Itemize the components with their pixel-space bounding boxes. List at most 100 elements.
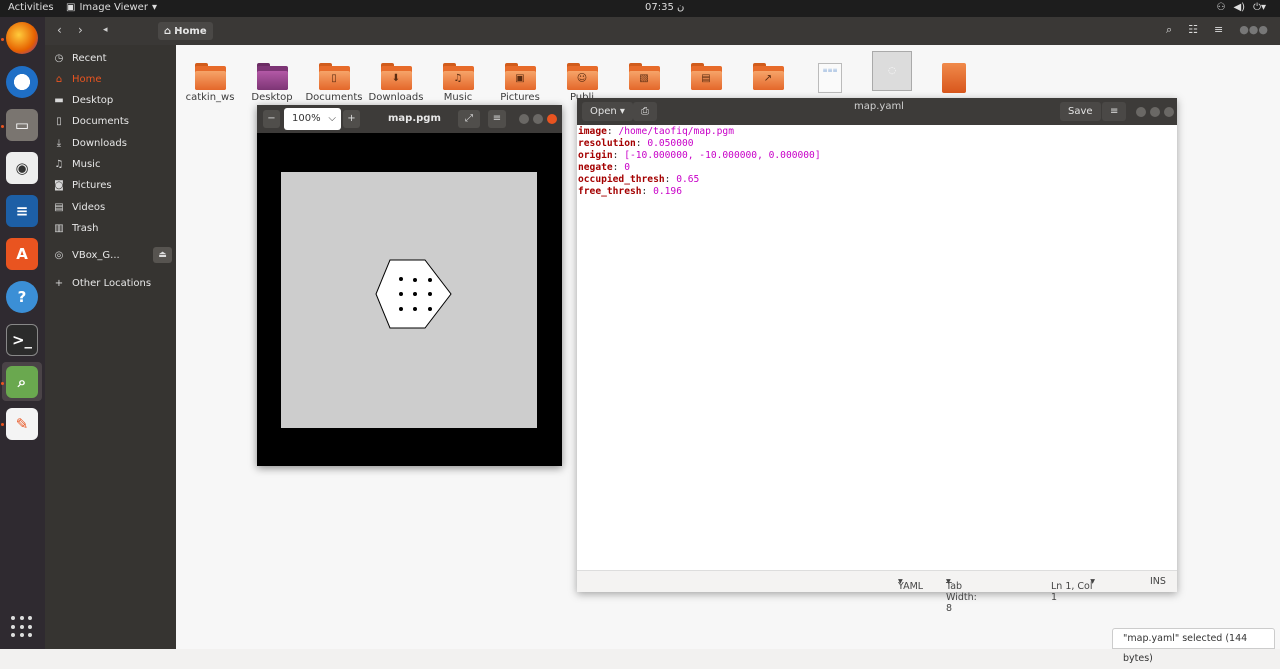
terminal-icon[interactable]: >_ bbox=[6, 324, 38, 356]
firefox-icon[interactable] bbox=[6, 22, 38, 54]
search-icon[interactable]: ⌕ bbox=[1166, 23, 1172, 37]
minimize-button[interactable] bbox=[519, 114, 529, 124]
language-label: YAML bbox=[898, 581, 924, 592]
editor-text-area[interactable]: image: /home/taofiq/map.pgm resolution: … bbox=[578, 126, 821, 198]
maximize-button[interactable] bbox=[533, 114, 543, 124]
minimize-button[interactable] bbox=[1136, 107, 1146, 117]
sidebar-item-pictures[interactable]: ◙ Pictures bbox=[45, 175, 176, 195]
file-item[interactable]: ↗ bbox=[738, 63, 798, 90]
templates-folder-icon: ▧ bbox=[628, 63, 660, 90]
cursor-position[interactable]: Ln 1, Col 1 ▾ bbox=[1051, 576, 1095, 603]
cursor-position-label: Ln 1, Col 1 bbox=[1051, 581, 1093, 603]
rhythmbox-icon[interactable]: ◉ bbox=[6, 152, 38, 184]
path-bar-home[interactable]: ⌂ Home bbox=[158, 22, 213, 40]
sidebar-item-vbox[interactable]: ◎ VBox_G... ⏏ bbox=[45, 245, 176, 265]
file-item[interactable]: ≡≡≡ bbox=[800, 63, 860, 93]
file-item[interactable]: ☺Publi bbox=[552, 63, 612, 103]
sidebar-item-label: Videos bbox=[72, 201, 106, 213]
zoom-value: 100% bbox=[292, 113, 321, 124]
folder-icon: ▬ bbox=[54, 94, 64, 106]
downloads-folder-icon: ⬇ bbox=[380, 63, 412, 90]
trash-icon: ▥ bbox=[54, 222, 64, 234]
public-folder-icon: ☺ bbox=[566, 63, 598, 90]
file-item[interactable]: ▣ Pictures bbox=[490, 63, 550, 103]
image-viewer-dock-icon[interactable]: ⌕ bbox=[6, 366, 38, 398]
sidebar-item-home[interactable]: ⌂ Home bbox=[45, 69, 176, 89]
sidebar-item-trash[interactable]: ▥ Trash bbox=[45, 218, 176, 238]
code-line: free_thresh: 0.196 bbox=[578, 186, 682, 197]
fullscreen-button[interactable]: ⤢ bbox=[458, 110, 480, 128]
battery-icon: ⏻▾ bbox=[1253, 2, 1266, 13]
app-menu[interactable]: ▣ Image Viewer ▾ bbox=[66, 2, 157, 13]
sidebar-item-desktop[interactable]: ▬ Desktop bbox=[45, 90, 176, 110]
code-line: resolution: 0.050000 bbox=[578, 138, 694, 149]
yaml-value: 0.196 bbox=[653, 186, 682, 197]
zoom-select[interactable]: 100% ⌵ bbox=[284, 108, 341, 130]
sidebar-item-other-locations[interactable]: + Other Locations bbox=[45, 273, 176, 293]
files-headerbar: ‹ › ◂ ⌂ Home ▸ ⌕ ☷ ≡ ●●● bbox=[45, 17, 1280, 45]
text-editor-headerbar: Open ▾ ⎙ map.yaml Save ≡ bbox=[577, 98, 1177, 125]
close-button[interactable] bbox=[1164, 107, 1174, 117]
eject-icon[interactable]: ⏏ bbox=[153, 247, 172, 263]
clock[interactable]: 07:35 ن bbox=[645, 2, 684, 13]
file-item[interactable]: ▯ Documents bbox=[304, 63, 364, 103]
sidebar-item-downloads[interactable]: ⤓ Downloads bbox=[45, 133, 176, 153]
forward-button[interactable]: › bbox=[78, 23, 83, 37]
yaml-value: /home/taofiq/map.pgm bbox=[618, 126, 734, 137]
tab-width-selector[interactable]: Tab Width: 8 ▾ bbox=[946, 576, 977, 614]
sidebar-item-videos[interactable]: ▤ Videos bbox=[45, 197, 176, 217]
maximize-button[interactable] bbox=[1150, 107, 1160, 117]
back-button[interactable]: ‹ bbox=[57, 23, 62, 37]
image-viewer-icon: ▣ bbox=[66, 2, 76, 13]
file-item[interactable]: ⬇ Downloads bbox=[366, 63, 426, 103]
file-item[interactable]: ▤ bbox=[676, 63, 736, 90]
sidebar-item-label: Home bbox=[72, 73, 102, 85]
thunderbird-icon[interactable] bbox=[6, 66, 38, 98]
file-label: Downloads bbox=[368, 92, 424, 103]
files-icon[interactable]: ▭ bbox=[6, 109, 38, 141]
yaml-key: image bbox=[578, 126, 607, 137]
sidebar-item-label: Desktop bbox=[72, 94, 114, 106]
zoom-out-button[interactable]: − bbox=[263, 110, 280, 128]
caret-down-icon: ▾ bbox=[151, 2, 157, 13]
file-item[interactable]: Desktop bbox=[242, 63, 302, 103]
zoom-in-button[interactable]: + bbox=[343, 110, 360, 128]
sidebar-item-label: Other Locations bbox=[72, 277, 152, 289]
show-applications-icon[interactable] bbox=[11, 616, 33, 638]
file-item[interactable]: catkin_ws bbox=[180, 63, 240, 103]
view-options-icon[interactable]: ☷ bbox=[1188, 23, 1198, 37]
menu-button[interactable]: ≡ bbox=[1102, 102, 1127, 121]
save-button[interactable]: Save bbox=[1060, 102, 1101, 121]
path-left-arrow[interactable]: ◂ bbox=[103, 25, 108, 35]
new-tab-button[interactable]: ⎙ bbox=[633, 102, 657, 121]
file-item[interactable]: ▧ bbox=[614, 63, 674, 90]
download-icon: ⤓ bbox=[56, 137, 62, 149]
file-item[interactable] bbox=[924, 63, 984, 93]
folder-icon bbox=[194, 63, 226, 90]
sidebar-item-documents[interactable]: ▯ Documents bbox=[45, 111, 176, 131]
help-icon[interactable]: ? bbox=[6, 281, 38, 313]
menu-button[interactable]: ≡ bbox=[488, 110, 506, 128]
file-item[interactable]: ♫ Music bbox=[428, 63, 488, 103]
running-indicator bbox=[1, 423, 4, 426]
image-viewer-window: − 100% ⌵ + map.pgm ⤢ ≡ bbox=[257, 105, 562, 466]
sidebar-item-label: Music bbox=[72, 158, 101, 170]
file-item[interactable]: ◌ bbox=[862, 51, 922, 91]
language-selector[interactable]: YAML ▾ bbox=[898, 576, 923, 592]
menu-icon[interactable]: ≡ bbox=[1214, 23, 1223, 37]
software-center-icon[interactable]: A bbox=[6, 238, 38, 270]
documents-folder-icon: ▯ bbox=[318, 63, 350, 90]
path-right-arrow[interactable]: ▸ bbox=[175, 25, 180, 35]
sidebar-item-label: Documents bbox=[72, 115, 130, 127]
code-line: image: /home/taofiq/map.pgm bbox=[578, 126, 734, 137]
open-button[interactable]: Open ▾ bbox=[582, 102, 633, 121]
activities-button[interactable]: Activities bbox=[8, 2, 54, 13]
sidebar-item-recent[interactable]: ◷ Recent bbox=[45, 48, 176, 68]
text-editor-icon[interactable]: ✎ bbox=[6, 408, 38, 440]
writer-icon[interactable]: ≡ bbox=[6, 195, 38, 227]
insert-mode: INS bbox=[1150, 576, 1166, 587]
window-controls[interactable]: ●●● bbox=[1239, 23, 1268, 37]
system-tray[interactable]: ⚇ ◀) ⏻▾ bbox=[1217, 2, 1267, 13]
sidebar-item-music[interactable]: ♫ Music bbox=[45, 154, 176, 174]
close-button[interactable] bbox=[547, 114, 557, 124]
